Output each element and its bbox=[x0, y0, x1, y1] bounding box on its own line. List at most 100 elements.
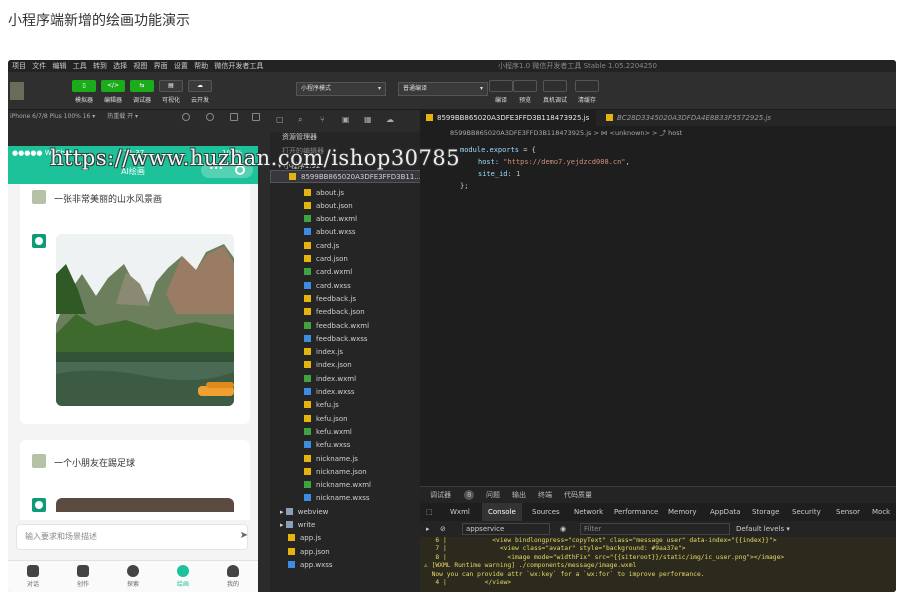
tree-file[interactable]: kefu.js bbox=[270, 399, 420, 412]
prompt-input[interactable]: 输入要求和场景描述 bbox=[16, 524, 248, 550]
tab-console[interactable]: Console bbox=[482, 503, 522, 521]
tab-sensor[interactable]: Sensor bbox=[836, 503, 860, 521]
menu-item-help[interactable]: 帮助 bbox=[194, 60, 208, 72]
log-levels-select[interactable]: Default levels ▾ bbox=[736, 521, 790, 537]
hotreload-select[interactable]: 热重载 开 ▾ bbox=[107, 113, 138, 120]
tab-terminal[interactable]: 终端 bbox=[538, 487, 552, 503]
tree-file[interactable]: nickname.js bbox=[270, 453, 420, 466]
device-select[interactable]: iPhone 6/7/8 Plus 100% 16 ▾ bbox=[10, 113, 95, 120]
tree-file[interactable]: nickname.wxml bbox=[270, 479, 420, 492]
tab-memory[interactable]: Memory bbox=[668, 503, 696, 521]
send-icon[interactable]: ➤ bbox=[240, 530, 248, 541]
simulator-button[interactable]: ▯ 模拟器 bbox=[72, 80, 96, 104]
generated-image[interactable] bbox=[56, 234, 234, 406]
record-icon[interactable] bbox=[182, 113, 190, 121]
tab-me[interactable]: 我的 bbox=[208, 563, 258, 588]
tree-file[interactable]: about.js bbox=[270, 187, 420, 200]
tree-file[interactable]: index.json bbox=[270, 359, 420, 372]
tree-file[interactable]: nickname.wxss bbox=[270, 492, 420, 505]
tree-file[interactable]: kefu.json bbox=[270, 413, 420, 426]
tab-network[interactable]: Network bbox=[574, 503, 603, 521]
tree-file[interactable]: feedback.json bbox=[270, 306, 420, 319]
tree-file[interactable]: about.wxss bbox=[270, 226, 420, 239]
generated-image[interactable] bbox=[56, 498, 234, 512]
tab-security[interactable]: Security bbox=[792, 503, 821, 521]
debugger-button[interactable]: ⇆ 调试器 bbox=[130, 80, 154, 104]
tree-file[interactable]: app.js bbox=[270, 532, 420, 545]
tab-code-quality[interactable]: 代码质量 bbox=[564, 487, 592, 503]
preview-button[interactable]: 预览 bbox=[510, 80, 540, 104]
menu-item-settings[interactable]: 设置 bbox=[174, 60, 188, 72]
menu-item-edit[interactable]: 编辑 bbox=[52, 60, 66, 72]
menu-item-interface[interactable]: 界面 bbox=[154, 60, 168, 72]
menu-item-view[interactable]: 视图 bbox=[133, 60, 147, 72]
console-filter-input[interactable]: Filter bbox=[580, 523, 730, 535]
tab-performance[interactable]: Performance bbox=[614, 503, 658, 521]
tree-file[interactable]: card.js bbox=[270, 240, 420, 253]
tab-chat[interactable]: 对话 bbox=[8, 563, 58, 588]
editor-button[interactable]: </> 编辑器 bbox=[101, 80, 125, 104]
stop-icon[interactable] bbox=[206, 113, 214, 121]
tree-folder[interactable]: ▸ write bbox=[270, 519, 420, 532]
tree-file[interactable]: kefu.wxss bbox=[270, 439, 420, 452]
avatar[interactable] bbox=[10, 82, 24, 100]
tab-problems[interactable]: 问题 bbox=[486, 487, 500, 503]
tree-file[interactable]: about.json bbox=[270, 200, 420, 213]
tab-mock[interactable]: Mock bbox=[872, 503, 890, 521]
clear-console-icon[interactable]: ⊘ bbox=[440, 521, 446, 537]
tree-file[interactable]: index.wxml bbox=[270, 373, 420, 386]
code-editor[interactable]: module.exports = { host: "https://demo7.… bbox=[420, 140, 896, 486]
tree-file[interactable]: card.json bbox=[270, 253, 420, 266]
tree-file[interactable]: card.wxss bbox=[270, 280, 420, 293]
tree-file[interactable]: about.wxml bbox=[270, 213, 420, 226]
tree-folder[interactable]: ▸ webview bbox=[270, 506, 420, 519]
search-icon[interactable]: ⌕ bbox=[298, 115, 302, 125]
cloud-button[interactable]: ☁ 云开发 bbox=[188, 80, 212, 104]
sidebar-toggle-icon[interactable]: ▸ bbox=[426, 521, 430, 537]
tab-debugger[interactable]: 调试器 bbox=[430, 487, 451, 503]
context-select[interactable]: appservice bbox=[462, 523, 550, 535]
extensions-icon[interactable]: ▦ bbox=[364, 115, 372, 124]
editor-tab[interactable]: BC28D3345020A3DFDA4E8B33F5572925.js bbox=[600, 110, 800, 126]
tab-storage[interactable]: Storage bbox=[752, 503, 779, 521]
remote-debug-button[interactable]: 真机调试 bbox=[540, 80, 570, 104]
tree-file[interactable]: app.json bbox=[270, 546, 420, 559]
inspect-icon[interactable]: ⬚ bbox=[426, 503, 433, 521]
mode-select[interactable]: 小程序模式 ▾ bbox=[296, 82, 386, 96]
tab-explore[interactable]: 探索 bbox=[108, 563, 158, 588]
breadcrumb-path[interactable]: 8599BB865020A3DFE3FFD3B118473925.js > ⋈ … bbox=[450, 129, 682, 137]
tree-file[interactable]: feedback.js bbox=[270, 293, 420, 306]
tree-file[interactable]: index.js bbox=[270, 346, 420, 359]
menu-item-tools[interactable]: 工具 bbox=[73, 60, 87, 72]
menu-item-select[interactable]: 选择 bbox=[113, 60, 127, 72]
visual-button[interactable]: ▤ 可视化 bbox=[159, 80, 183, 104]
tab-create[interactable]: 创作 bbox=[58, 563, 108, 588]
tree-file[interactable]: feedback.wxss bbox=[270, 333, 420, 346]
menu-item-goto[interactable]: 转到 bbox=[93, 60, 107, 72]
tree-file[interactable]: nickname.json bbox=[270, 466, 420, 479]
eye-icon[interactable]: ◉ bbox=[560, 521, 566, 537]
tree-file[interactable]: app.wxss bbox=[270, 559, 420, 572]
phone-rotate-icon[interactable] bbox=[230, 113, 238, 121]
debug-icon[interactable]: ▣ bbox=[342, 115, 350, 124]
clear-cache-button[interactable]: 清缓存 bbox=[572, 80, 602, 104]
menu-item-file[interactable]: 文件 bbox=[32, 60, 46, 72]
tree-file[interactable]: feedback.wxml bbox=[270, 320, 420, 333]
branch-icon[interactable]: ⑂ bbox=[320, 115, 325, 124]
tree-file[interactable]: index.wxss bbox=[270, 386, 420, 399]
compile-select[interactable]: 普通编译 ▾ bbox=[398, 82, 488, 96]
editor-tab-active[interactable]: 8599BB865020A3DFE3FFD3B118473925.js ✕ bbox=[420, 110, 596, 138]
tree-file[interactable]: card.wxml bbox=[270, 266, 420, 279]
tab-draw[interactable]: 绘画 bbox=[158, 563, 208, 588]
tree-file[interactable]: 8599BB865020A3DFE3FFD3B11... bbox=[270, 170, 422, 184]
cloud-icon[interactable]: ☁ bbox=[386, 115, 394, 124]
tab-appdata[interactable]: AppData bbox=[710, 503, 740, 521]
files-icon[interactable]: ▢ bbox=[276, 115, 284, 124]
tree-file[interactable]: kefu.wxml bbox=[270, 426, 420, 439]
tab-sources[interactable]: Sources bbox=[532, 503, 560, 521]
tab-wxml[interactable]: Wxml bbox=[450, 503, 470, 521]
menu-item-project[interactable]: 项目 bbox=[12, 60, 26, 72]
popout-icon[interactable] bbox=[252, 113, 260, 121]
tab-output[interactable]: 输出 bbox=[512, 487, 526, 503]
menu-item-wechat-devtools[interactable]: 微信开发者工具 bbox=[214, 60, 263, 72]
